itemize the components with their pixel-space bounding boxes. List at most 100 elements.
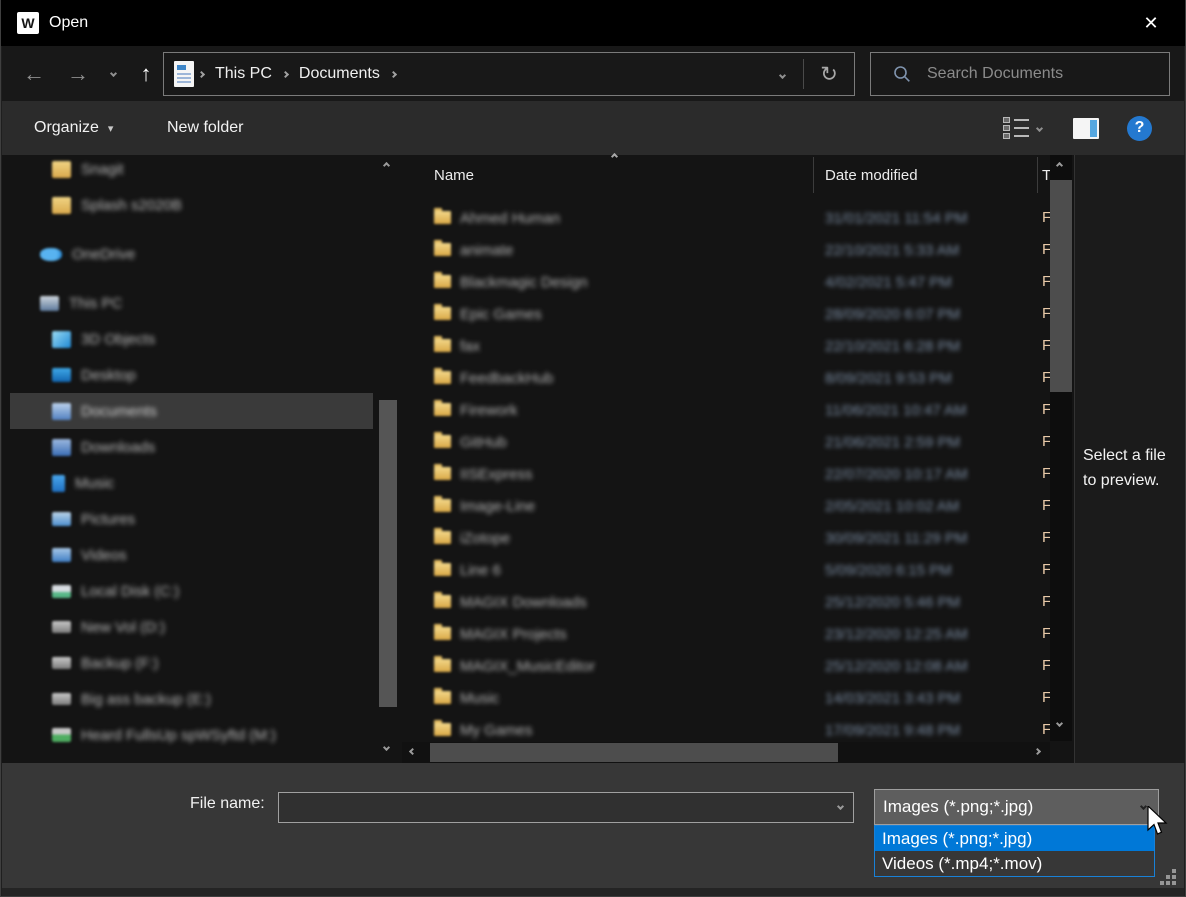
sidebar-item[interactable]: Backup (F:) xyxy=(10,645,373,681)
sidebar-item-label: Local Disk (C:) xyxy=(81,583,179,600)
file-date-modified: 14/03/2021 3:43 PM xyxy=(825,690,960,707)
file-row[interactable]: animate 22/10/2021 5:33 AM F xyxy=(402,235,1050,267)
file-type: F xyxy=(1042,593,1050,610)
sidebar-item[interactable]: Snagit xyxy=(10,151,373,187)
file-type: F xyxy=(1042,465,1050,482)
folder-icon xyxy=(52,161,71,178)
search-box[interactable] xyxy=(870,52,1170,96)
forward-button[interactable]: → xyxy=(60,46,96,101)
sidebar-item[interactable]: Desktop xyxy=(10,357,373,393)
file-row[interactable]: fax 22/10/2021 6:28 PM F xyxy=(402,331,1050,363)
file-row[interactable]: FeedbackHub 8/09/2021 9:53 PM F xyxy=(402,363,1050,395)
file-type-option[interactable]: Images (*.png;*.jpg) xyxy=(875,826,1154,851)
drive-icon xyxy=(52,657,71,669)
breadcrumb-documents[interactable]: Documents xyxy=(293,65,386,83)
back-button[interactable]: ← xyxy=(16,46,52,101)
close-button[interactable]: ✕ xyxy=(1127,0,1175,46)
chevron-down-icon[interactable] xyxy=(837,803,844,810)
file-row[interactable]: Line 6 5/09/2020 6:15 PM F xyxy=(402,555,1050,587)
file-row[interactable]: Firework 11/06/2021 10:47 AM F xyxy=(402,395,1050,427)
file-row[interactable]: Epic Games 28/09/2020 6:07 PM F xyxy=(402,299,1050,331)
file-row[interactable]: My Games 17/09/2021 9:48 PM F xyxy=(402,715,1050,742)
sidebar-item[interactable]: This PC xyxy=(10,285,373,321)
column-divider[interactable] xyxy=(813,157,814,193)
onedrive-icon xyxy=(40,248,62,261)
search-input[interactable] xyxy=(927,65,1169,83)
sidebar-item[interactable]: Videos xyxy=(10,537,373,573)
file-row[interactable]: Music 14/03/2021 3:43 PM F xyxy=(402,683,1050,715)
file-date-modified: 4/02/2021 5:47 PM xyxy=(825,274,952,291)
file-type-select[interactable]: Images (*.png;*.jpg) xyxy=(874,789,1159,825)
sidebar-item-label: Splash s2020B xyxy=(81,197,182,214)
file-row[interactable]: MAGIX Projects 23/12/2020 12:25 AM F xyxy=(402,619,1050,651)
file-name-combobox[interactable] xyxy=(278,792,854,823)
sidebar-scrollbar[interactable] xyxy=(377,155,399,763)
sidebar-item[interactable]: New Vol (D:) xyxy=(10,609,373,645)
folder-icon xyxy=(434,371,451,384)
folder-icon xyxy=(434,691,451,704)
resize-grip[interactable] xyxy=(1160,869,1176,885)
change-view-button[interactable] xyxy=(1003,101,1042,155)
3d-objects-icon xyxy=(52,331,71,348)
file-row[interactable]: Image-Line 2/05/2021 10:02 AM F xyxy=(402,491,1050,523)
scroll-up-icon[interactable] xyxy=(1056,162,1063,169)
folder-icon xyxy=(434,275,451,288)
sidebar-item[interactable]: OneDrive xyxy=(10,236,373,272)
file-type-dropdown-list: Images (*.png;*.jpg)Videos (*.mp4;*.mov) xyxy=(874,825,1155,877)
file-type: F xyxy=(1042,657,1050,674)
scrollbar-thumb[interactable] xyxy=(430,743,838,762)
up-button[interactable]: ↑ xyxy=(130,46,162,101)
scroll-up-icon[interactable] xyxy=(383,162,390,169)
folder-icon xyxy=(434,403,451,416)
sidebar-item-label: Music xyxy=(75,475,114,492)
refresh-icon[interactable]: ↻ xyxy=(804,53,854,95)
file-date-modified: 2/05/2021 10:02 AM xyxy=(825,498,959,515)
sidebar-item[interactable]: 3D Objects xyxy=(10,321,373,357)
file-row[interactable]: IISExpress 22/07/2020 10:17 AM F xyxy=(402,459,1050,491)
file-name-input[interactable] xyxy=(279,793,823,822)
file-type-option[interactable]: Videos (*.mp4;*.mov) xyxy=(875,851,1154,876)
file-row[interactable]: MAGIX_MusicEditor 25/12/2020 12:08 AM F xyxy=(402,651,1050,683)
breadcrumb-this-pc[interactable]: This PC xyxy=(209,65,278,83)
file-row[interactable]: iZotope 30/09/2021 11:29 PM F xyxy=(402,523,1050,555)
sidebar-item[interactable]: Big ass backup (E:) xyxy=(10,681,373,717)
file-name: GitHub xyxy=(460,434,507,451)
list-vertical-scrollbar[interactable] xyxy=(1050,155,1072,741)
file-row[interactable]: Blackmagic Design 4/02/2021 5:47 PM F xyxy=(402,267,1050,299)
scroll-down-icon[interactable] xyxy=(1056,720,1063,727)
window-bottom-edge xyxy=(2,888,1184,896)
address-bar[interactable]: This PC Documents ↻ xyxy=(163,52,855,96)
sidebar-item[interactable]: Documents xyxy=(10,393,373,429)
sidebar-item[interactable]: Pictures xyxy=(10,501,373,537)
organize-button[interactable]: Organize ▾ xyxy=(34,101,113,155)
file-type: F xyxy=(1042,529,1050,546)
help-button[interactable]: ? xyxy=(1127,101,1152,155)
sidebar-item[interactable]: Downloads xyxy=(10,429,373,465)
sidebar-item[interactable]: Local Disk (C:) xyxy=(10,573,373,609)
sidebar-item[interactable]: Heard FullsUp spWSyftd (M:) xyxy=(10,717,373,753)
scrollbar-thumb[interactable] xyxy=(1050,180,1072,392)
scroll-down-icon[interactable] xyxy=(383,744,390,751)
folder-icon xyxy=(434,499,451,512)
sidebar-item-label: Downloads xyxy=(81,439,155,456)
address-dropdown-icon[interactable] xyxy=(761,65,803,83)
file-row[interactable]: Ahmed Human 31/01/2021 11:54 PM F xyxy=(402,203,1050,235)
column-header-name[interactable]: Name xyxy=(434,167,474,184)
column-header-date-modified[interactable]: Date modified xyxy=(825,167,918,184)
sidebar-item[interactable]: Splash s2020B xyxy=(10,187,373,223)
sidebar-item-label: Backup (F:) xyxy=(81,655,159,672)
preview-pane-button[interactable] xyxy=(1073,101,1099,155)
list-horizontal-scrollbar[interactable] xyxy=(402,742,1050,763)
sort-ascending-icon xyxy=(611,153,618,160)
sidebar-item[interactable]: Music xyxy=(10,465,373,501)
word-app-icon: W xyxy=(17,12,39,34)
scrollbar-thumb[interactable] xyxy=(379,400,397,707)
scroll-right-icon[interactable] xyxy=(1034,748,1041,755)
scroll-left-icon[interactable] xyxy=(409,748,416,755)
column-divider[interactable] xyxy=(1037,157,1038,193)
new-folder-button[interactable]: New folder xyxy=(167,101,243,155)
file-row[interactable]: GitHub 21/06/2021 2:59 PM F xyxy=(402,427,1050,459)
file-type: F xyxy=(1042,209,1050,226)
file-row[interactable]: MAGIX Downloads 25/12/2020 5:46 PM F xyxy=(402,587,1050,619)
history-dropdown-icon[interactable] xyxy=(98,46,128,101)
